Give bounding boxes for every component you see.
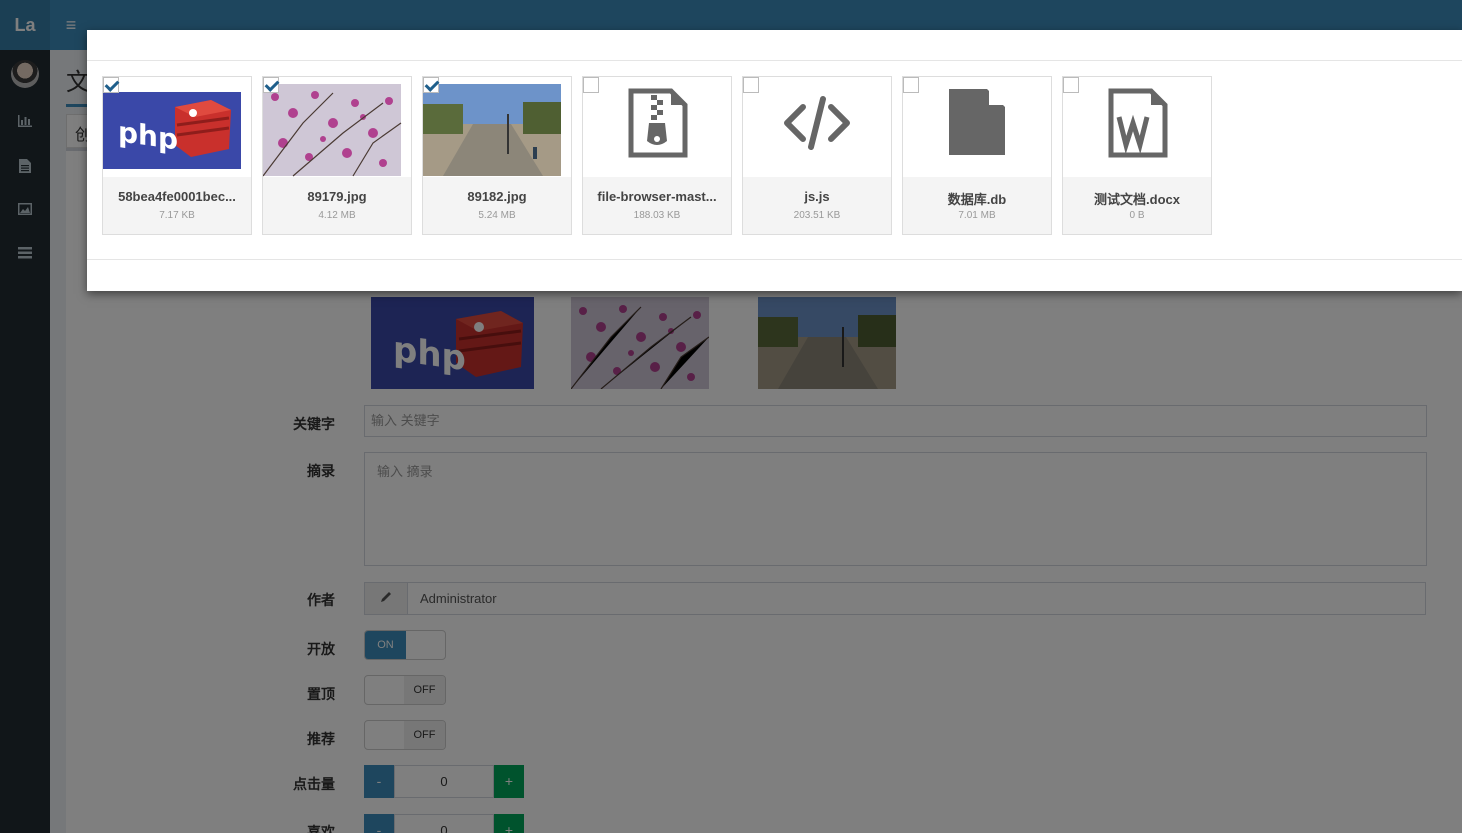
file-preview-flowers xyxy=(263,77,411,177)
file-card[interactable]: 数据库.db 7.01 MB xyxy=(902,76,1052,235)
file-size: 4.12 MB xyxy=(318,210,356,221)
file-name: 数据库.db xyxy=(947,192,1007,207)
file-card[interactable]: 89182.jpg 5.24 MB xyxy=(422,76,572,235)
file-size: 203.51 KB xyxy=(793,210,841,221)
file-name: js.js xyxy=(804,189,830,204)
file-size: 188.03 KB xyxy=(633,210,681,221)
word-file-icon xyxy=(1063,77,1211,177)
code-file-icon xyxy=(743,77,891,177)
file-size: 5.24 MB xyxy=(478,210,516,221)
file-checkbox[interactable] xyxy=(263,77,279,93)
file-name: 89179.jpg xyxy=(307,189,367,204)
file-size: 7.17 KB xyxy=(159,210,195,221)
zip-file-icon xyxy=(583,77,731,177)
file-card[interactable]: js.js 203.51 KB xyxy=(742,76,892,235)
file-name: 测试文档.docx xyxy=(1094,192,1180,207)
file-name: file-browser-mast... xyxy=(597,189,717,204)
file-picker-modal: php 58bea4fe0001bec... 7.17 KB 89179.jpg… xyxy=(87,30,1462,291)
file-card[interactable]: file-browser-mast... 188.03 KB xyxy=(582,76,732,235)
file-card[interactable]: php 58bea4fe0001bec... 7.17 KB xyxy=(102,76,252,235)
file-checkbox[interactable] xyxy=(903,77,919,93)
file-size: 7.01 MB xyxy=(958,210,996,221)
modal-header xyxy=(87,30,1462,61)
generic-file-icon xyxy=(903,77,1051,177)
file-checkbox[interactable] xyxy=(743,77,759,93)
file-card[interactable]: 测试文档.docx 0 B xyxy=(1062,76,1212,235)
file-checkbox[interactable] xyxy=(423,77,439,93)
file-checkbox[interactable] xyxy=(103,77,119,93)
file-checkbox[interactable] xyxy=(1063,77,1079,93)
file-preview-road xyxy=(423,77,571,177)
file-size: 0 B xyxy=(1129,210,1145,221)
file-name: 58bea4fe0001bec... xyxy=(118,189,236,204)
file-name: 89182.jpg xyxy=(467,189,527,204)
file-card[interactable]: 89179.jpg 4.12 MB xyxy=(262,76,412,235)
file-checkbox[interactable] xyxy=(583,77,599,93)
file-preview-php: php xyxy=(103,77,251,177)
modal-footer xyxy=(87,259,1462,291)
